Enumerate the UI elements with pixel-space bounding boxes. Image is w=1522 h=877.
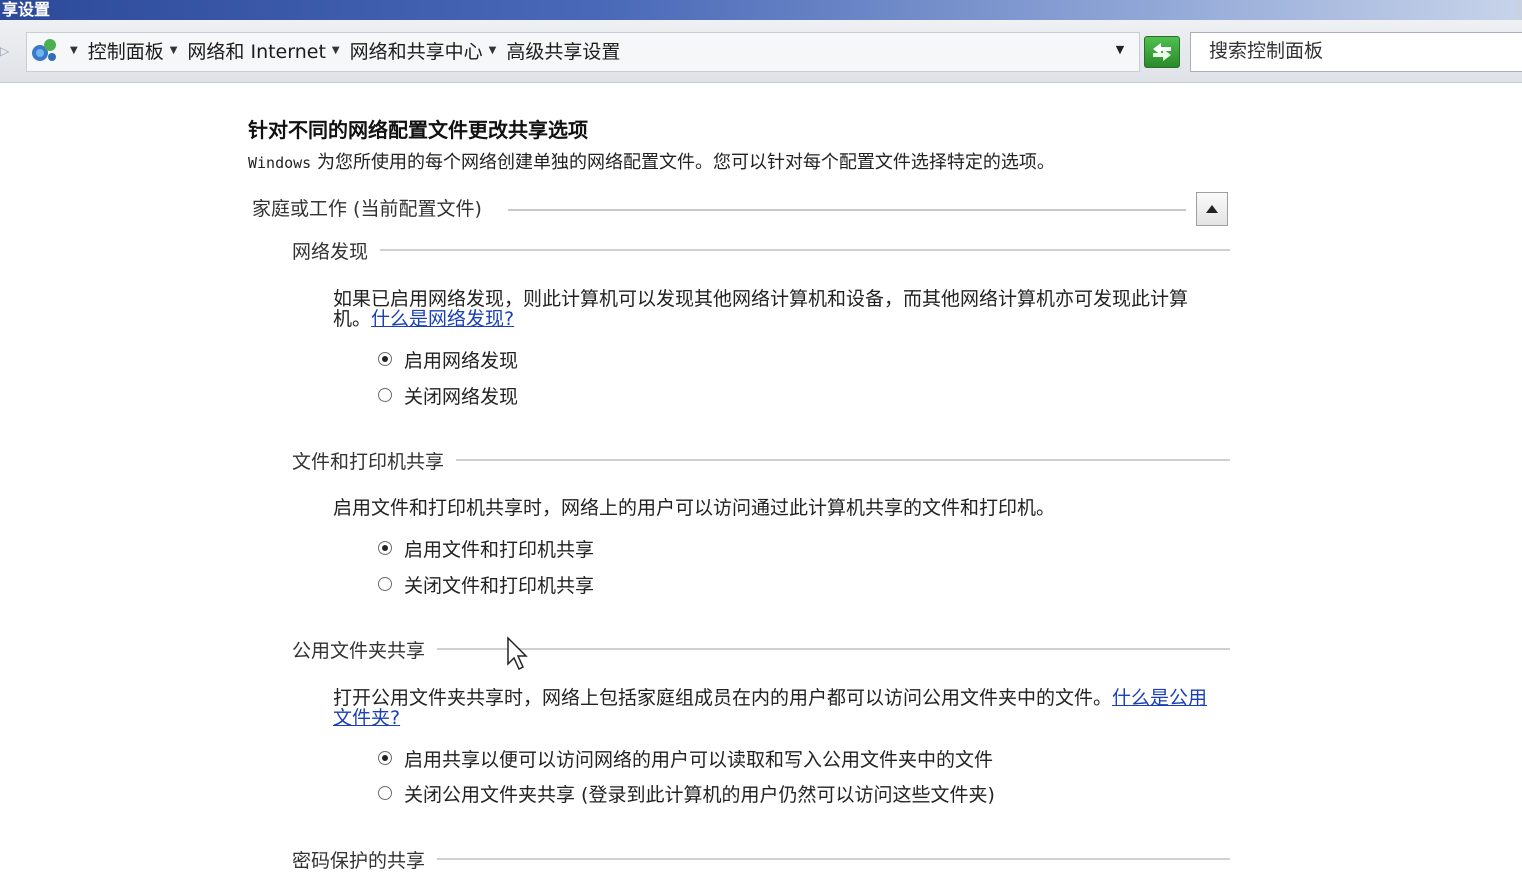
section-title: 网络发现 (292, 237, 381, 264)
radio-label: 关闭网络发现 (404, 385, 519, 408)
radio-disable-network-discovery[interactable]: 关闭网络发现 (378, 382, 518, 408)
refresh-icon (1153, 43, 1171, 61)
radio-enable-network-discovery[interactable]: 启用网络发现 (378, 346, 518, 372)
radio-button-checked[interactable] (378, 751, 392, 765)
section-title: 密码保护的共享 (292, 846, 438, 873)
breadcrumb-network-internet[interactable]: 网络和 Internet (187, 37, 325, 64)
subtitle-windows: Windows (248, 154, 312, 172)
section-file-printer-sharing: 文件和打印机共享 (292, 447, 1230, 474)
radio-label: 启用文件和打印机共享 (404, 538, 595, 561)
section-divider (292, 249, 1230, 251)
refresh-button[interactable] (1144, 36, 1180, 68)
page-subtitle: Windows 为您所使用的每个网络创建单独的网络配置文件。您可以针对每个配置文… (248, 148, 1055, 174)
radio-button[interactable] (378, 786, 392, 800)
collapse-button[interactable] (1196, 192, 1228, 226)
profile-header: 家庭或工作 (当前配置文件) (252, 192, 1232, 228)
radio-disable-public-folder-sharing[interactable]: 关闭公用文件夹共享 (登录到此计算机的用户仍然可以访问这些文件夹) (378, 780, 995, 806)
section-title: 公用文件夹共享 (292, 636, 438, 663)
section-password-protected-sharing: 密码保护的共享 (292, 846, 1230, 873)
chevron-down-icon[interactable]: ▼ (70, 45, 78, 56)
description-text: 启用文件和打印机共享时，网络上的用户可以访问通过此计算机共享的文件和打印机。 (333, 497, 1056, 519)
radio-disable-file-printer-sharing[interactable]: 关闭文件和打印机共享 (378, 571, 594, 597)
section-title: 文件和打印机共享 (292, 447, 457, 474)
radio-enable-file-printer-sharing[interactable]: 启用文件和打印机共享 (378, 535, 594, 561)
what-is-network-discovery-link[interactable]: 什么是网络发现? (371, 308, 514, 330)
radio-label: 关闭公用文件夹共享 (登录到此计算机的用户仍然可以访问这些文件夹) (404, 783, 995, 806)
breadcrumb: ▼ 控制面板 ▼ 网络和 Internet ▼ 网络和共享中心 ▼ 高级共享设置 (64, 36, 620, 64)
profile-divider (508, 209, 1186, 211)
radio-label: 启用网络发现 (404, 349, 519, 372)
chevron-down-icon[interactable]: ▼ (332, 45, 340, 56)
subtitle-text: 为您所使用的每个网络创建单独的网络配置文件。您可以针对每个配置文件选择特定的选项… (311, 152, 1055, 173)
chevron-up-icon (1206, 205, 1218, 213)
chevron-down-icon[interactable]: ▼ (489, 45, 497, 56)
window-corner (1514, 0, 1522, 20)
back-arrow-icon[interactable]: ▷ (0, 44, 18, 58)
title-bar: 享设置 (0, 0, 1522, 20)
section-public-folder-sharing: 公用文件夹共享 (292, 636, 1230, 663)
section-description: 如果已启用网络发现，则此计算机可以发现其他网络计算机和设备，而其他网络计算机亦可… (333, 289, 1213, 329)
page-title: 针对不同的网络配置文件更改共享选项 (248, 118, 588, 142)
search-input[interactable] (1191, 33, 1522, 69)
chevron-down-icon[interactable]: ▼ (170, 45, 178, 56)
breadcrumb-advanced-sharing[interactable]: 高级共享设置 (506, 37, 620, 64)
description-text: 打开公用文件夹共享时，网络上包括家庭组成员在内的用户都可以访问公用文件夹中的文件… (333, 687, 1113, 709)
section-network-discovery: 网络发现 (292, 237, 1230, 264)
radio-button-checked[interactable] (378, 541, 392, 555)
radio-label: 启用共享以便可以访问网络的用户可以读取和写入公用文件夹中的文件 (404, 748, 994, 771)
address-dropdown-icon[interactable]: ▼ (1110, 40, 1130, 60)
mouse-cursor-icon (507, 636, 528, 671)
breadcrumb-network-sharing-center[interactable]: 网络和共享中心 (350, 37, 483, 64)
radio-button-checked[interactable] (378, 352, 392, 366)
radio-enable-public-folder-sharing[interactable]: 启用共享以便可以访问网络的用户可以读取和写入公用文件夹中的文件 (378, 745, 993, 771)
profile-label: 家庭或工作 (当前配置文件) (252, 194, 492, 221)
network-icon (32, 39, 56, 61)
radio-button[interactable] (378, 388, 392, 402)
radio-button[interactable] (378, 577, 392, 591)
search-box[interactable] (1190, 32, 1522, 72)
window-title: 享设置 (2, 0, 51, 19)
section-description: 启用文件和打印机共享时，网络上的用户可以访问通过此计算机共享的文件和打印机。 (333, 498, 1213, 518)
breadcrumb-control-panel[interactable]: 控制面板 (88, 37, 164, 64)
section-description: 打开公用文件夹共享时，网络上包括家庭组成员在内的用户都可以访问公用文件夹中的文件… (333, 688, 1213, 728)
radio-label: 关闭文件和打印机共享 (404, 574, 595, 597)
